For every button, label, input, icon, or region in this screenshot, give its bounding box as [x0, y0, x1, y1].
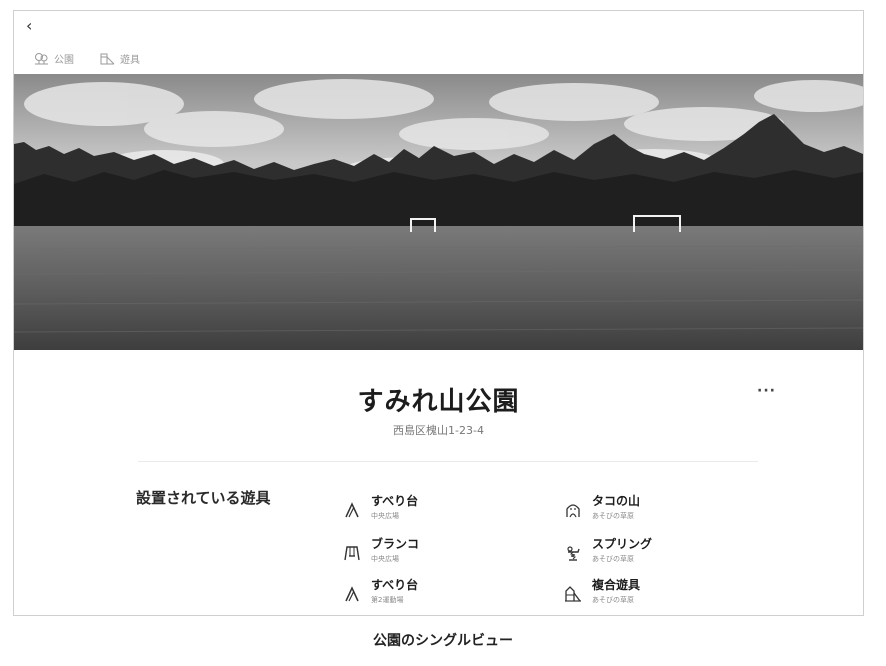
app-window: ‹ 公園 遊具 すみれ山公園 西島区槐山1-23-4 ··· 設置されている遊具…: [13, 10, 864, 616]
equipment-item[interactable]: タコの山 あそびの草原: [564, 493, 640, 521]
park-name: すみれ山公園: [357, 387, 520, 417]
equipment-item[interactable]: ブランコ 中央広場: [343, 536, 419, 564]
equipment-location: 中央広場: [371, 512, 399, 520]
figure-caption: 公園のシングルビュー: [373, 633, 513, 649]
equipment-name: すべり台: [371, 494, 419, 508]
equipment-location: 中央広場: [371, 555, 399, 563]
combination-play-icon: [565, 586, 581, 602]
equipment-item[interactable]: すべり台 第2運動場: [343, 577, 418, 605]
equipment-item[interactable]: すべり台 中央広場: [343, 493, 418, 521]
spring-rider-icon: [567, 546, 580, 561]
equipment-location: あそびの草原: [592, 555, 634, 563]
equipment-section-title: 設置されている遊具: [136, 489, 271, 507]
equipment-location: あそびの草原: [592, 596, 634, 604]
equipment-name: ブランコ: [371, 537, 420, 551]
park-icon: [35, 53, 48, 65]
tab-playground[interactable]: 遊具: [100, 51, 140, 66]
equipment-item[interactable]: 複合遊具 あそびの草原: [564, 577, 640, 605]
park-address: 西島区槐山1-23-4: [393, 424, 484, 437]
equipment-location: 第2運動場: [371, 596, 404, 604]
back-button[interactable]: ‹: [26, 18, 32, 34]
tab-bar: 公園 遊具: [34, 51, 140, 66]
divider: [138, 461, 758, 462]
equipment-name: 複合遊具: [592, 578, 641, 592]
swing-icon: [344, 546, 360, 561]
equipment-item[interactable]: スプリング あそびの草原: [564, 536, 652, 564]
slide-icon: [345, 502, 359, 518]
equipment-name: スプリング: [592, 537, 653, 551]
tab-playground-label: 遊具: [120, 55, 140, 66]
playground-icon: [100, 53, 115, 65]
equipment-name: すべり台: [371, 578, 419, 592]
equipment-location: あそびの草原: [592, 512, 634, 520]
slide-icon: [345, 586, 359, 602]
more-options-button[interactable]: ···: [757, 383, 776, 399]
tab-park[interactable]: 公園: [34, 51, 74, 66]
octopus-mountain-icon: [566, 504, 580, 518]
equipment-name: タコの山: [592, 494, 641, 508]
park-field-photo: [14, 74, 863, 350]
tab-park-label: 公園: [54, 55, 74, 66]
